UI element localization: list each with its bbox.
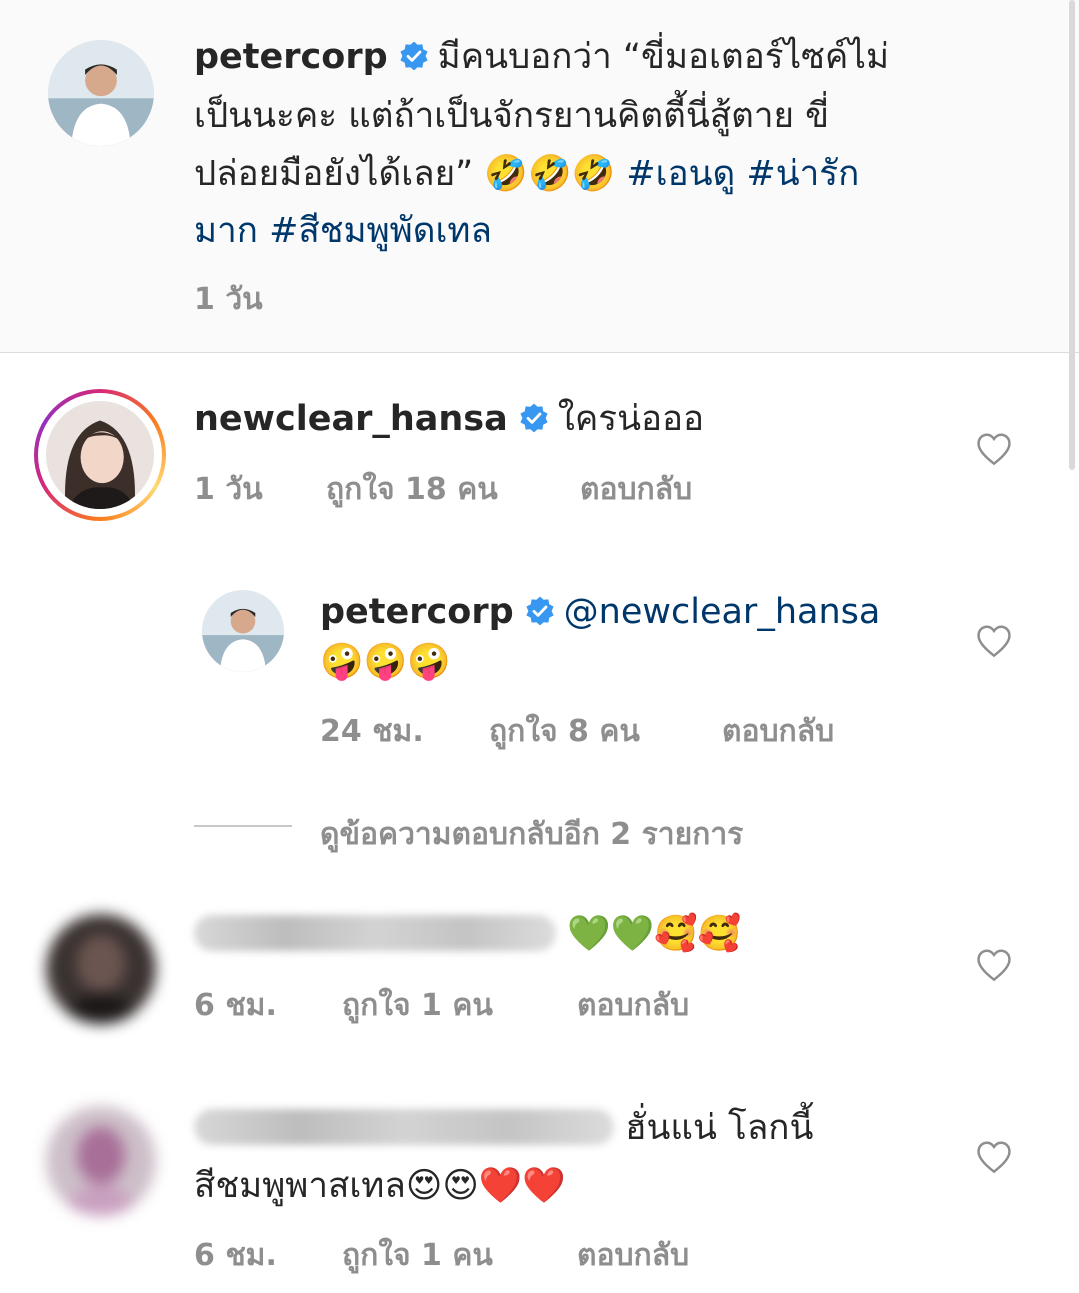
comment-4-line-1: ฮั่นแน่ โลกนี้ — [194, 1100, 813, 1157]
heart-outline-icon[interactable] — [975, 948, 1013, 982]
comment-4-line-2: สีชมพูพาสเทล😍😍❤️❤️ — [194, 1158, 566, 1215]
hashtag-link[interactable]: #สีชมพูพัดเทล — [269, 211, 492, 251]
heart-outline-icon[interactable] — [975, 1140, 1013, 1174]
caption-line-4: มาก #สีชมพูพัดเทล — [194, 203, 492, 260]
blurred-username[interactable] — [194, 1109, 614, 1145]
comment-1-line: newclear_hansa ใครน่อออ — [194, 391, 704, 448]
comment-likes[interactable]: ถูกใจ 18 คน — [326, 466, 498, 513]
reply-line-1: petercorp @newclear_hansa — [320, 584, 880, 641]
scrollbar[interactable] — [1069, 0, 1075, 470]
caption-avatar[interactable] — [48, 40, 154, 146]
reply-button[interactable]: ตอบกลับ — [577, 982, 689, 1029]
comment-emojis: 😍😍❤️❤️ — [405, 1166, 566, 1206]
caption-emojis: 🤣🤣🤣 — [484, 154, 616, 194]
reply-likes[interactable]: ถูกใจ 8 คน — [489, 708, 640, 755]
reply-avatar[interactable] — [202, 590, 284, 672]
comment-text: ฮั่นแน่ โลกนี้ — [625, 1108, 814, 1148]
commenter-avatar[interactable] — [46, 914, 156, 1024]
comment-text-cont: สีชมพูพาสเทล — [194, 1166, 406, 1206]
verified-badge-icon — [524, 595, 556, 627]
heart-outline-icon[interactable] — [975, 624, 1013, 658]
comment-text: ใครน่อออ — [557, 399, 705, 439]
verified-badge-icon — [518, 402, 550, 434]
comment-likes[interactable]: ถูกใจ 1 คน — [342, 1232, 493, 1279]
mention-link[interactable]: @newclear_hansa — [564, 592, 881, 632]
reply-time: 24 ชม. — [320, 714, 424, 749]
verified-badge-icon — [398, 40, 430, 72]
commenter-avatar[interactable] — [46, 401, 154, 509]
caption-line-3: ปล่อยมือยังได้เลย” 🤣🤣🤣 #เอนดู #น่ารัก — [194, 146, 859, 203]
comment-likes[interactable]: ถูกใจ 1 คน — [342, 982, 493, 1029]
caption-username[interactable]: petercorp — [194, 37, 388, 77]
reply-button[interactable]: ตอบกลับ — [577, 1232, 689, 1279]
comment-3-line: 💚💚🥰🥰 — [194, 906, 741, 963]
divider — [0, 352, 1079, 353]
reply-username[interactable]: petercorp — [320, 592, 514, 632]
blurred-username[interactable] — [194, 915, 556, 951]
reply-button[interactable]: ตอบกลับ — [580, 466, 692, 513]
hashtag-link[interactable]: #น่ารัก — [746, 154, 859, 194]
caption-line-1: petercorp มีคนบอกว่า “ขี่มอเตอร์ไซค์ไม่ — [194, 29, 889, 86]
view-replies-button[interactable]: ดูข้อความตอบกลับอีก 2 รายการ — [320, 811, 743, 858]
caption-text-3: ปล่อยมือยังได้เลย” — [194, 154, 474, 194]
comment-time: 6 ชม. — [194, 988, 277, 1023]
story-ring[interactable] — [34, 389, 166, 521]
comment-username[interactable]: newclear_hansa — [194, 399, 508, 439]
view-replies-line — [194, 825, 292, 827]
commenter-avatar[interactable] — [46, 1106, 156, 1216]
comment-time: 6 ชม. — [194, 1238, 277, 1273]
comment-time: 1 วัน — [194, 472, 263, 507]
comment-emojis: 💚💚🥰🥰 — [567, 914, 742, 954]
hashtag-link[interactable]: #เอนดู — [626, 154, 735, 194]
caption-text-1: มีคนบอกว่า “ขี่มอเตอร์ไซค์ไม่ — [437, 37, 890, 77]
hashtag-link-cont[interactable]: มาก — [194, 211, 258, 251]
reply-button[interactable]: ตอบกลับ — [722, 708, 834, 755]
heart-outline-icon[interactable] — [975, 432, 1013, 466]
caption-time: 1 วัน — [194, 282, 263, 317]
reply-emojis: 🤪🤪🤪 — [320, 642, 451, 682]
caption-line-2: เป็นนะคะ แต่ถ้าเป็นจักรยานคิตตี้นี่สู้ตา… — [194, 96, 830, 136]
